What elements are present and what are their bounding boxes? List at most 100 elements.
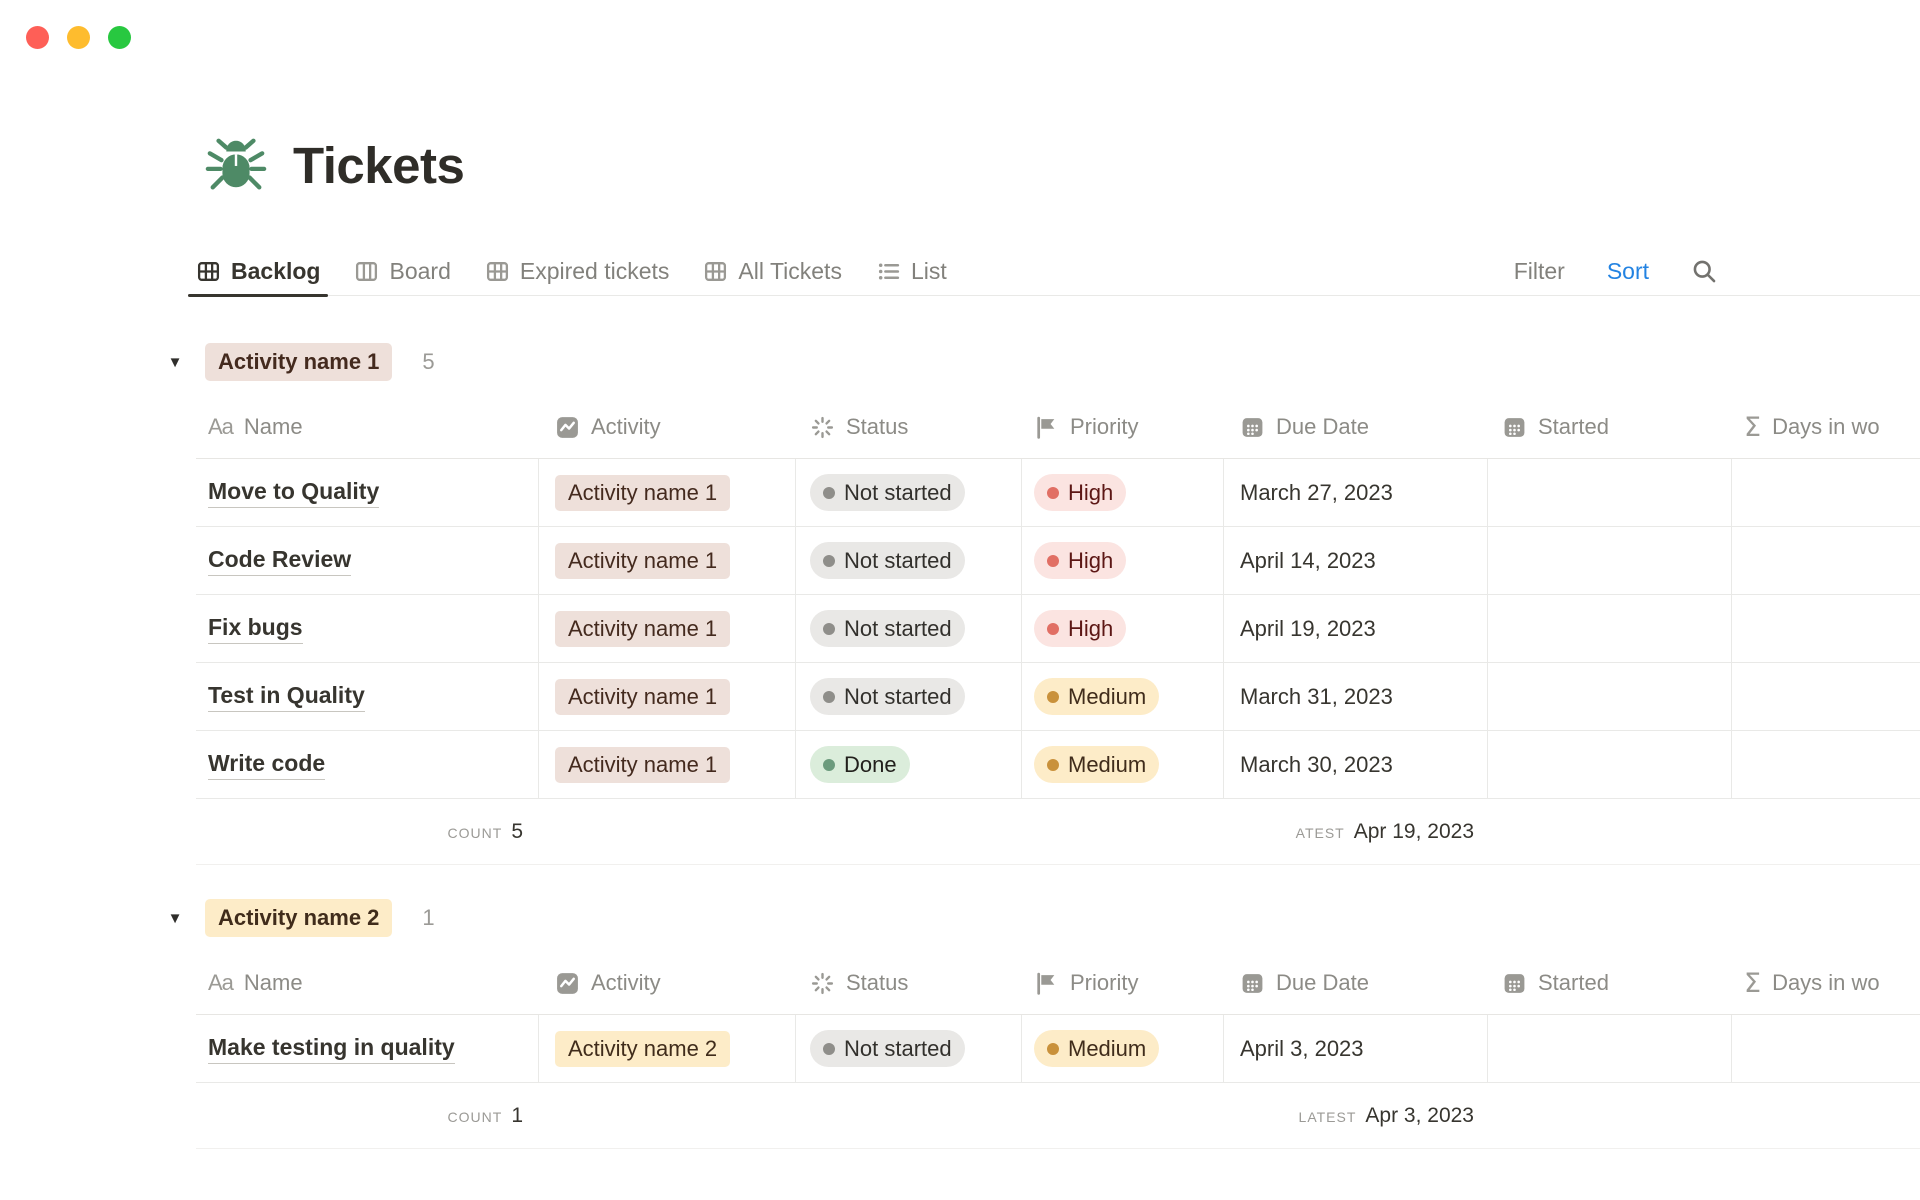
table-view-icon bbox=[485, 259, 510, 284]
activity-tag: Activity name 1 bbox=[555, 543, 730, 579]
minimize-button[interactable] bbox=[67, 26, 90, 49]
tab-list[interactable]: List bbox=[876, 248, 947, 295]
column-header-priority[interactable]: Priority bbox=[1022, 414, 1224, 440]
filter-button[interactable]: Filter bbox=[1514, 258, 1565, 285]
cell-due-date[interactable]: April 3, 2023 bbox=[1224, 1015, 1488, 1082]
cell-status[interactable]: Not started bbox=[796, 1015, 1022, 1082]
column-header-status[interactable]: Status bbox=[796, 414, 1022, 440]
aa-icon: Aa bbox=[208, 970, 233, 996]
cell-activity[interactable]: Activity name 1 bbox=[539, 527, 796, 594]
group-count: 5 bbox=[422, 349, 434, 375]
status-dot-icon bbox=[823, 623, 835, 635]
calendar-icon bbox=[1502, 971, 1527, 996]
cell-activity[interactable]: Activity name 2 bbox=[539, 1015, 796, 1082]
activity-tag: Activity name 2 bbox=[555, 1031, 730, 1067]
tab-backlog[interactable]: Backlog bbox=[196, 248, 320, 295]
activity-tag: Activity name 1 bbox=[555, 611, 730, 647]
cell-days-in-work[interactable] bbox=[1732, 459, 1920, 526]
count-calculation[interactable]: COUNT 1 bbox=[196, 1104, 539, 1128]
cell-days-in-work[interactable] bbox=[1732, 595, 1920, 662]
cell-status[interactable]: Not started bbox=[796, 595, 1022, 662]
activity-tag: Activity name 1 bbox=[555, 747, 730, 783]
column-header-activity[interactable]: Activity bbox=[539, 414, 796, 440]
collapse-triangle-icon[interactable]: ▼ bbox=[165, 910, 185, 927]
table-row: Move to Quality Activity name 1 Not star… bbox=[196, 459, 1920, 527]
tab-board[interactable]: Board bbox=[354, 248, 450, 295]
cell-due-date[interactable]: April 19, 2023 bbox=[1224, 595, 1488, 662]
tab-all-tickets[interactable]: All Tickets bbox=[703, 248, 842, 295]
cell-due-date[interactable]: March 31, 2023 bbox=[1224, 663, 1488, 730]
cell-days-in-work[interactable] bbox=[1732, 731, 1920, 798]
cell-started[interactable] bbox=[1488, 663, 1732, 730]
column-header-started[interactable]: Started bbox=[1488, 414, 1732, 440]
cell-started[interactable] bbox=[1488, 527, 1732, 594]
cell-name[interactable]: Write code bbox=[196, 731, 539, 798]
cell-activity[interactable]: Activity name 1 bbox=[539, 595, 796, 662]
priority-dot-icon bbox=[1047, 691, 1059, 703]
cell-started[interactable] bbox=[1488, 731, 1732, 798]
cell-name[interactable]: Code Review bbox=[196, 527, 539, 594]
column-header-started[interactable]: Started bbox=[1488, 970, 1732, 996]
cell-started[interactable] bbox=[1488, 1015, 1732, 1082]
priority-pill: High bbox=[1034, 610, 1126, 647]
cell-priority[interactable]: Medium bbox=[1022, 663, 1224, 730]
latest-calculation[interactable]: ATEST Apr 19, 2023 bbox=[1224, 820, 1488, 844]
column-header-status[interactable]: Status bbox=[796, 970, 1022, 996]
board-view-icon bbox=[354, 259, 379, 284]
count-calculation[interactable]: COUNT 5 bbox=[196, 820, 539, 844]
column-header-days-in-work[interactable]: Σ Days in wo bbox=[1732, 412, 1920, 443]
cell-started[interactable] bbox=[1488, 595, 1732, 662]
column-header-name[interactable]: Aa Name bbox=[196, 414, 539, 440]
table-header-row: Aa Name Activity Status Priority D bbox=[196, 396, 1920, 459]
maximize-button[interactable] bbox=[108, 26, 131, 49]
column-header-name[interactable]: Aa Name bbox=[196, 970, 539, 996]
table-footer-row: COUNT 5 ATEST Apr 19, 2023 bbox=[196, 799, 1920, 865]
cell-activity[interactable]: Activity name 1 bbox=[539, 731, 796, 798]
search-icon[interactable] bbox=[1691, 258, 1718, 285]
cell-name[interactable]: Make testing in quality bbox=[196, 1015, 539, 1082]
group-badge[interactable]: Activity name 2 bbox=[205, 899, 392, 937]
cell-status[interactable]: Not started bbox=[796, 459, 1022, 526]
column-header-priority[interactable]: Priority bbox=[1022, 970, 1224, 996]
cell-status[interactable]: Not started bbox=[796, 663, 1022, 730]
collapse-triangle-icon[interactable]: ▼ bbox=[165, 354, 185, 371]
tab-expired-tickets[interactable]: Expired tickets bbox=[485, 248, 670, 295]
cell-priority[interactable]: Medium bbox=[1022, 1015, 1224, 1082]
status-pill: Not started bbox=[810, 474, 965, 511]
sort-button[interactable]: Sort bbox=[1607, 258, 1649, 285]
group-badge[interactable]: Activity name 1 bbox=[205, 343, 392, 381]
cell-priority[interactable]: High bbox=[1022, 459, 1224, 526]
cell-status[interactable]: Done bbox=[796, 731, 1022, 798]
cell-name[interactable]: Test in Quality bbox=[196, 663, 539, 730]
table-footer-row: COUNT 1 LATEST Apr 3, 2023 bbox=[196, 1083, 1920, 1149]
column-header-activity[interactable]: Activity bbox=[539, 970, 796, 996]
cell-name[interactable]: Fix bugs bbox=[196, 595, 539, 662]
column-header-days-in-work[interactable]: Σ Days in wo bbox=[1732, 968, 1920, 999]
priority-pill: Medium bbox=[1034, 746, 1159, 783]
status-pill: Not started bbox=[810, 610, 965, 647]
cell-days-in-work[interactable] bbox=[1732, 663, 1920, 730]
column-header-due-date[interactable]: Due Date bbox=[1224, 970, 1488, 996]
bug-icon[interactable] bbox=[205, 134, 267, 196]
priority-dot-icon bbox=[1047, 555, 1059, 567]
cell-status[interactable]: Not started bbox=[796, 527, 1022, 594]
column-header-due-date[interactable]: Due Date bbox=[1224, 414, 1488, 440]
cell-started[interactable] bbox=[1488, 459, 1732, 526]
cell-name[interactable]: Move to Quality bbox=[196, 459, 539, 526]
spinner-icon bbox=[810, 971, 835, 996]
cell-activity[interactable]: Activity name 1 bbox=[539, 459, 796, 526]
cell-days-in-work[interactable] bbox=[1732, 1015, 1920, 1082]
group-count: 1 bbox=[422, 905, 434, 931]
cell-due-date[interactable]: April 14, 2023 bbox=[1224, 527, 1488, 594]
table-header-row: Aa Name Activity Status Priority D bbox=[196, 952, 1920, 1015]
cell-priority[interactable]: High bbox=[1022, 595, 1224, 662]
activity-tag: Activity name 1 bbox=[555, 679, 730, 715]
cell-priority[interactable]: High bbox=[1022, 527, 1224, 594]
cell-days-in-work[interactable] bbox=[1732, 527, 1920, 594]
cell-due-date[interactable]: March 27, 2023 bbox=[1224, 459, 1488, 526]
cell-priority[interactable]: Medium bbox=[1022, 731, 1224, 798]
cell-due-date[interactable]: March 30, 2023 bbox=[1224, 731, 1488, 798]
close-button[interactable] bbox=[26, 26, 49, 49]
cell-activity[interactable]: Activity name 1 bbox=[539, 663, 796, 730]
latest-calculation[interactable]: LATEST Apr 3, 2023 bbox=[1224, 1104, 1488, 1128]
